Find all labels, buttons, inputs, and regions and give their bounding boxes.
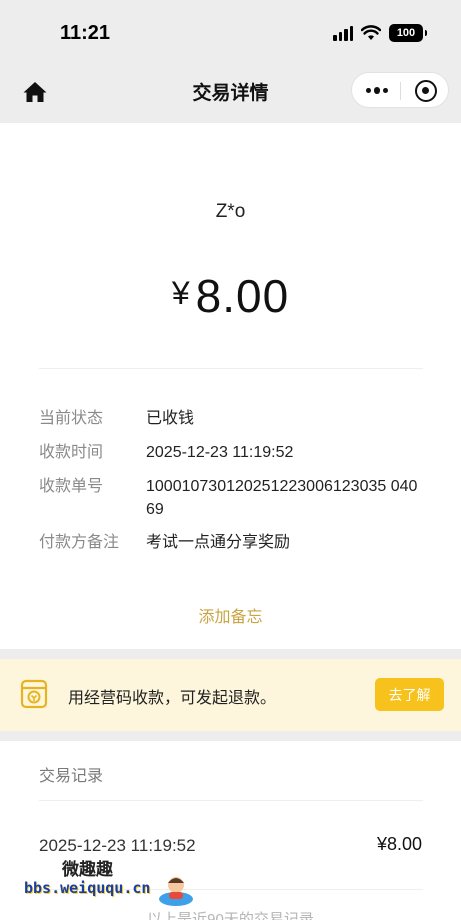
record-amount: ¥8.00 xyxy=(376,834,422,854)
promo-banner: 用经营码收款，可发起退款。 去了解 xyxy=(0,659,461,731)
amount: ¥8.00 xyxy=(0,269,461,323)
amount-value: 8.00 xyxy=(195,270,290,322)
divider xyxy=(39,368,423,369)
detail-value: 已收钱 xyxy=(146,410,195,427)
close-icon[interactable] xyxy=(415,80,437,102)
records-title: 交易记录 xyxy=(39,768,104,785)
status-time: 11:21 xyxy=(60,22,111,44)
detail-label: 收款单号 xyxy=(39,478,104,495)
divider xyxy=(39,800,423,801)
mascot-icon xyxy=(159,877,193,906)
detail-value: 2025-12-23 11:19:52 xyxy=(146,444,294,461)
status-bar: 11:21 100 xyxy=(0,0,461,66)
storefront-icon xyxy=(20,679,48,709)
promo-text: 用经营码收款，可发起退款。 xyxy=(68,690,277,707)
transaction-card: Z*o ¥8.00 当前状态 已收钱 收款时间 2025-12-23 11:19… xyxy=(0,123,461,649)
detail-label: 收款时间 xyxy=(39,444,104,461)
currency-symbol: ¥ xyxy=(171,275,190,311)
learn-more-button[interactable]: 去了解 xyxy=(375,678,444,711)
battery-level: 100 xyxy=(396,27,416,39)
capsule-divider xyxy=(400,82,401,100)
battery-icon: 100 xyxy=(389,24,427,42)
more-icon[interactable] xyxy=(366,83,388,97)
payee-name: Z*o xyxy=(215,201,246,222)
signal-icon xyxy=(333,25,353,41)
record-time: 2025-12-23 11:19:52 xyxy=(39,836,196,855)
watermark-title: 微趣趣 xyxy=(62,860,113,879)
watermark: 微趣趣 bbs.weiququ.cn xyxy=(20,855,200,911)
menu-capsule xyxy=(351,72,449,108)
detail-value[interactable]: 100010730120251223006123035 04069 xyxy=(146,475,426,521)
detail-label: 当前状态 xyxy=(39,410,104,427)
add-note-link[interactable]: 添加备忘 xyxy=(0,603,461,627)
wifi-icon xyxy=(361,25,381,40)
nav-bar: 交易详情 xyxy=(0,66,461,122)
watermark-url: bbs.weiququ.cn xyxy=(24,879,151,897)
detail-value: 考试一点通分享奖励 xyxy=(146,534,291,551)
detail-label: 付款方备注 xyxy=(39,534,120,551)
status-icons: 100 xyxy=(333,24,427,42)
